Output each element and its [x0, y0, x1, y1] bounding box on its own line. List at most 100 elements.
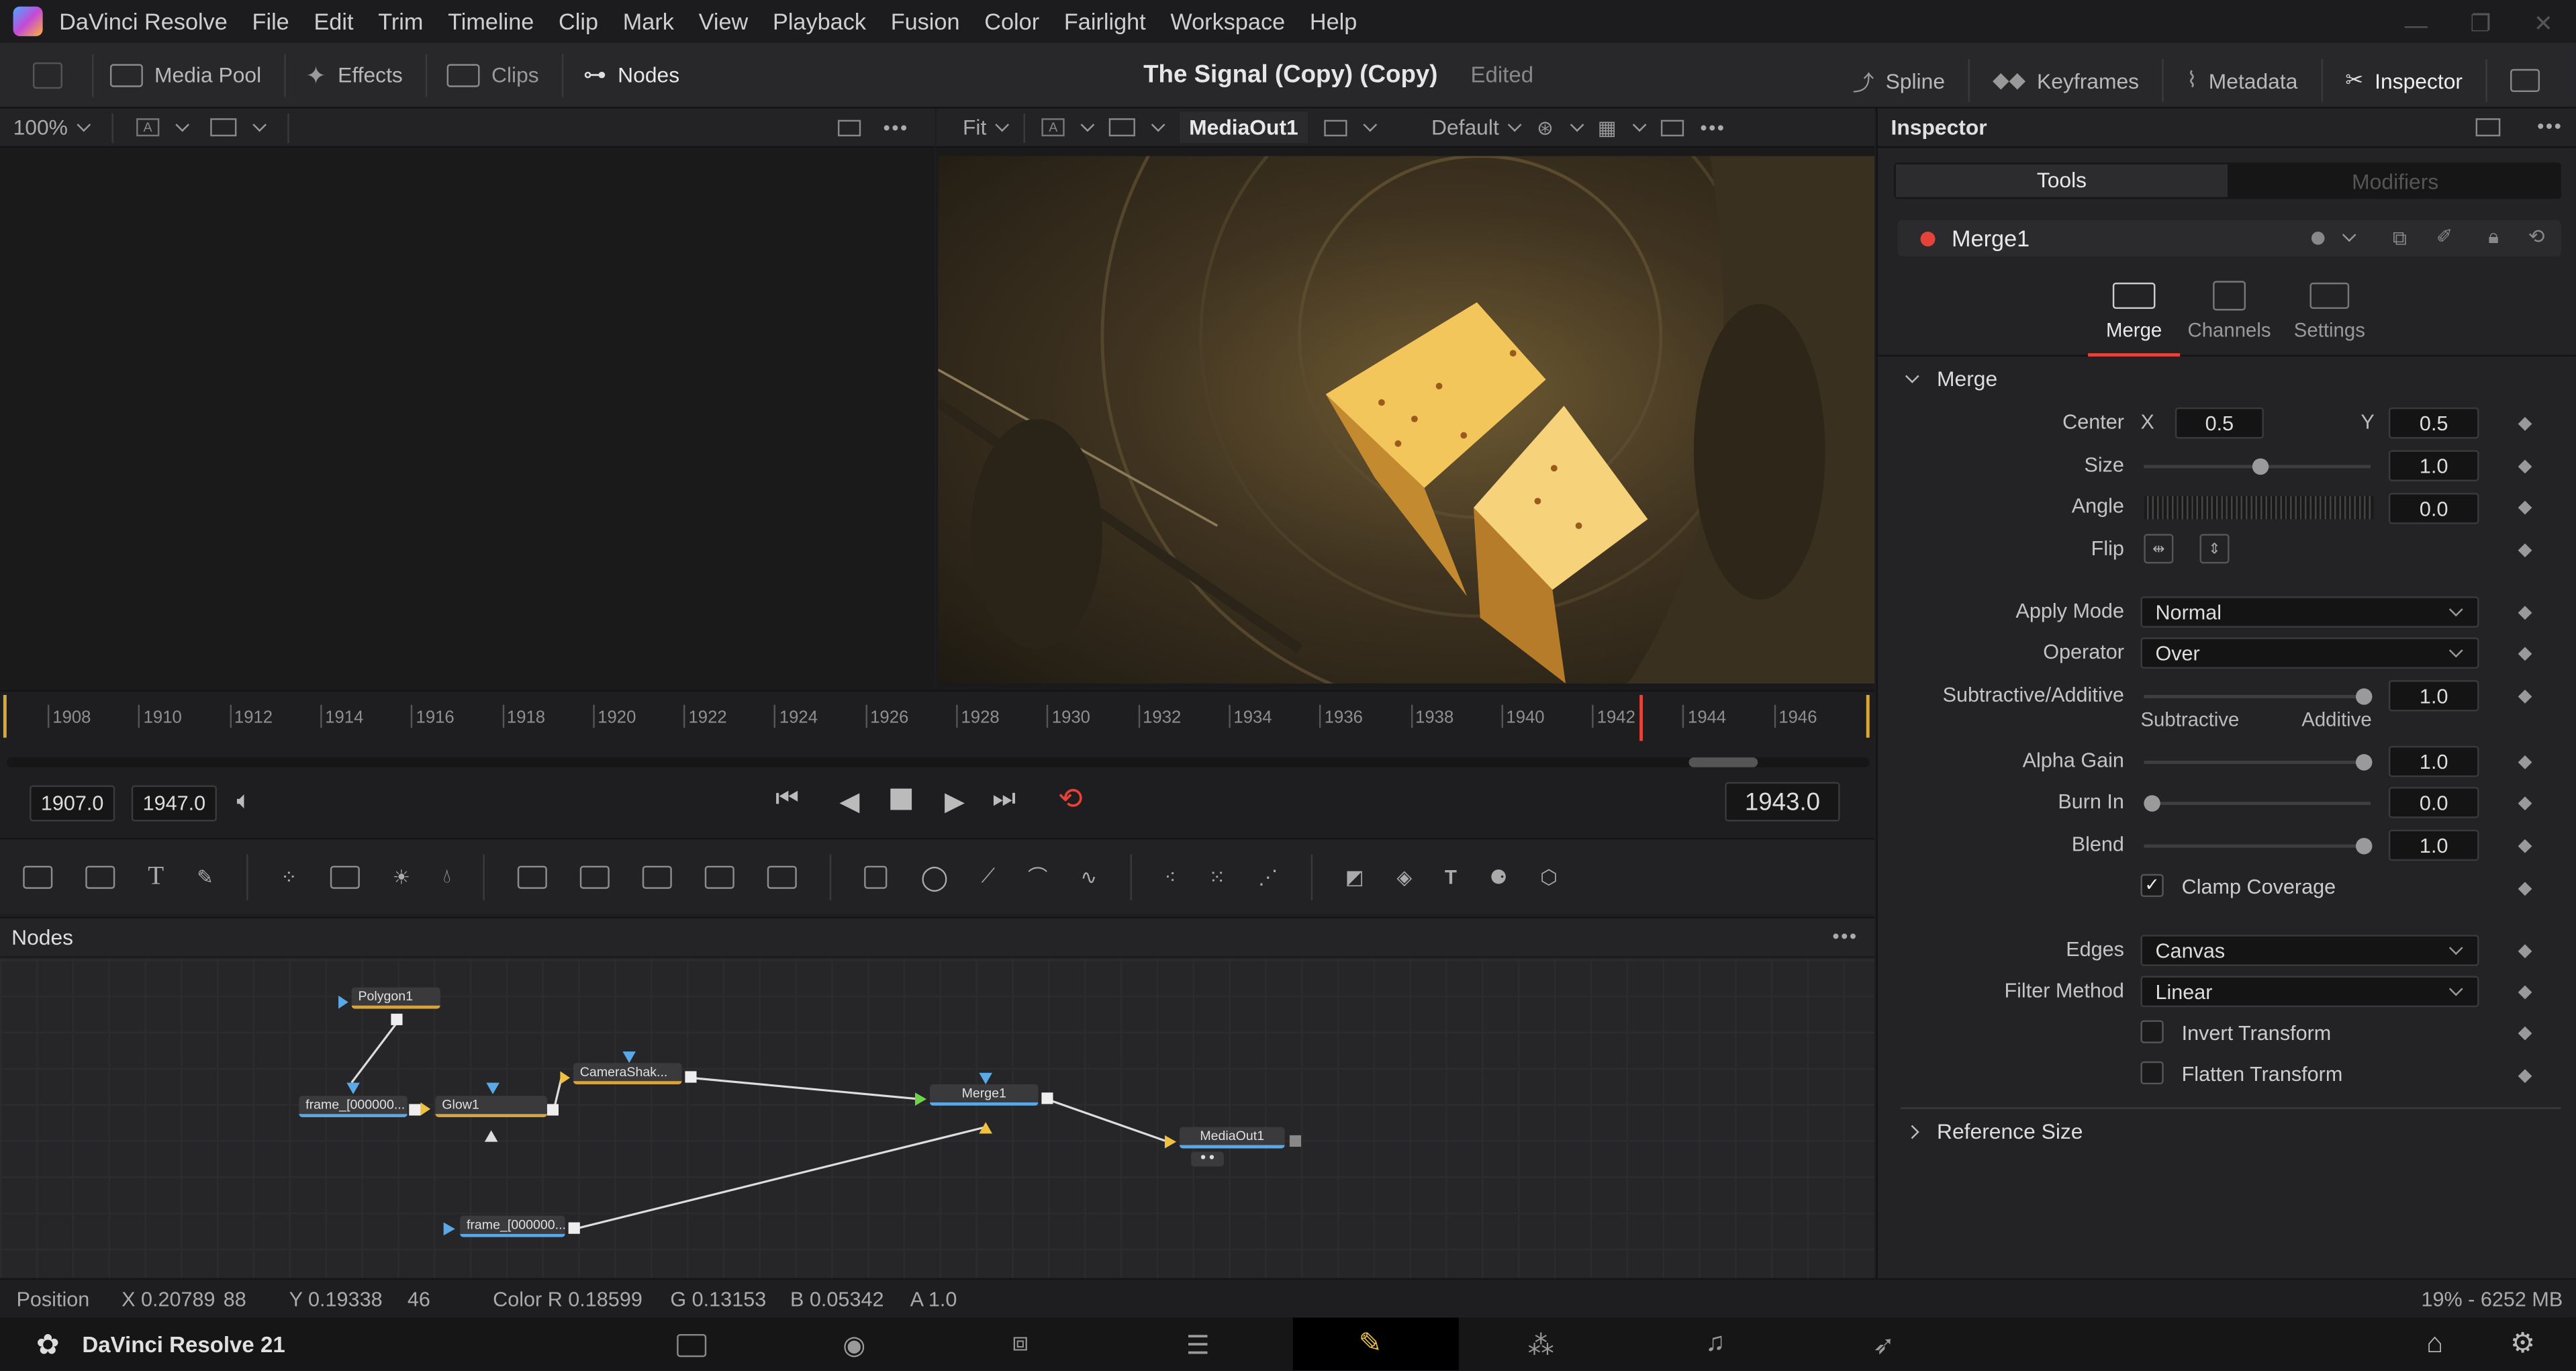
- burn-in-slider[interactable]: [2144, 795, 2371, 812]
- node-graph-canvas[interactable]: Polygon1 frame_[000000... Glow1 CameraSh…: [0, 959, 1875, 1280]
- clamp-coverage-keyframe-icon[interactable]: [2518, 882, 2532, 896]
- blend-slider[interactable]: [2144, 837, 2373, 855]
- pemitter-tool-icon[interactable]: ⁖: [1164, 865, 1176, 888]
- alpha-gain-slider[interactable]: [2144, 754, 2373, 771]
- viewer-b-dropdown[interactable]: [1071, 116, 1092, 139]
- blend-keyframe-icon[interactable]: [2518, 839, 2532, 853]
- menu-fusion[interactable]: Fusion: [891, 8, 960, 34]
- home-icon[interactable]: ⌂: [2426, 1327, 2443, 1360]
- menu-clip[interactable]: Clip: [559, 8, 598, 34]
- go-to-end-icon[interactable]: ⏭︎: [992, 786, 1016, 815]
- rendered-frame-image[interactable]: [938, 156, 1875, 683]
- subtab-merge[interactable]: Merge: [2088, 278, 2181, 357]
- tool-color-dot-icon[interactable]: [1920, 230, 1936, 246]
- nodes-button[interactable]: ⊶ Nodes: [583, 61, 679, 89]
- invert-transform-checkbox[interactable]: [2140, 1020, 2164, 1043]
- viewer-right-more-icon[interactable]: •••: [1700, 116, 1725, 139]
- center-keyframe-icon[interactable]: [2518, 416, 2532, 431]
- subtab-channels[interactable]: Channels: [2182, 278, 2277, 357]
- flatten-transform-checkbox[interactable]: [2140, 1061, 2164, 1085]
- merge-section-header[interactable]: Merge: [1905, 367, 1997, 391]
- pin-icon[interactable]: ✐: [2436, 225, 2453, 248]
- subtractive-additive-slider[interactable]: [2144, 688, 2373, 705]
- angle-field[interactable]: 0.0: [2388, 493, 2479, 524]
- menu-view[interactable]: View: [699, 8, 749, 34]
- menu-help[interactable]: Help: [1310, 8, 1357, 34]
- saver-tool-icon[interactable]: [580, 865, 611, 888]
- stop-icon[interactable]: [890, 788, 912, 810]
- loader-tool-icon[interactable]: [518, 865, 548, 888]
- size-field[interactable]: 1.0: [2388, 450, 2479, 481]
- audio-icon[interactable]: 🔈︎: [236, 787, 251, 815]
- lock-icon[interactable]: 🔒︎: [2488, 225, 2499, 250]
- roi-icon[interactable]: [1660, 119, 1684, 136]
- keyframes-button[interactable]: ◆◆ Keyframes: [1993, 67, 2139, 93]
- render-start-field[interactable]: 1907.0: [30, 785, 115, 822]
- alpha-gain-keyframe-icon[interactable]: [2518, 755, 2532, 769]
- play-reverse-icon[interactable]: ◀︎: [839, 786, 859, 818]
- channel-dropdown[interactable]: [1354, 116, 1376, 139]
- edges-dropdown[interactable]: Canvas: [2140, 935, 2479, 966]
- apply-mode-keyframe-icon[interactable]: [2518, 606, 2532, 620]
- operator-dropdown[interactable]: Over: [2140, 637, 2479, 669]
- menu-fairlight[interactable]: Fairlight: [1064, 8, 1146, 34]
- go-to-start-icon[interactable]: ⏮︎: [775, 786, 799, 815]
- render-end-field[interactable]: 1947.0: [131, 785, 218, 822]
- spline-button[interactable]: ⤴ Spline: [1853, 65, 1945, 96]
- subtractive-additive-knob[interactable]: [2355, 688, 2373, 705]
- media-page-icon[interactable]: [677, 1333, 707, 1358]
- render-end-marker[interactable]: [1866, 695, 1870, 738]
- alpha-gain-knob[interactable]: [2355, 754, 2373, 771]
- play-icon[interactable]: ▶︎: [945, 786, 965, 818]
- viewer-b-icon[interactable]: A: [1042, 118, 1065, 137]
- viewer-right-layout-icon[interactable]: [1108, 118, 1135, 137]
- playhead[interactable]: [1639, 695, 1642, 741]
- burn-in-keyframe-icon[interactable]: [2518, 796, 2532, 810]
- alpha-gain-field[interactable]: 1.0: [2388, 745, 2479, 777]
- timeline-scrollbar[interactable]: [6, 757, 1870, 767]
- operator-keyframe-icon[interactable]: [2518, 647, 2532, 661]
- effects-button[interactable]: ✦ Effects: [305, 60, 403, 90]
- ellipse-tool-icon[interactable]: ◯: [921, 861, 949, 892]
- menu-trim[interactable]: Trim: [378, 8, 423, 34]
- single-view-icon[interactable]: [837, 119, 861, 136]
- center-x-field[interactable]: 0.5: [2175, 407, 2264, 439]
- prender-tool-icon[interactable]: ⁙: [1208, 865, 1225, 888]
- fusion-page-tab[interactable]: ✎: [1292, 1317, 1459, 1370]
- camera3d-tool-icon[interactable]: ⚈: [1490, 865, 1507, 888]
- fairlight-page-icon[interactable]: ♫: [1705, 1329, 1725, 1359]
- filter-method-keyframe-icon[interactable]: [2518, 985, 2532, 1000]
- tab-modifiers[interactable]: Modifiers: [2230, 169, 2561, 193]
- tool-name[interactable]: Merge1: [1952, 225, 2030, 251]
- color-page-icon[interactable]: ⁂: [1528, 1329, 1554, 1362]
- flip-horizontal-icon[interactable]: ⇹: [2144, 534, 2174, 564]
- subtab-settings[interactable]: Settings: [2282, 278, 2377, 357]
- version-dropdown[interactable]: [2333, 227, 2354, 250]
- brightness-tool-icon[interactable]: ☀: [393, 865, 410, 888]
- size-keyframe-icon[interactable]: [2518, 459, 2532, 474]
- burn-in-knob[interactable]: [2144, 795, 2160, 812]
- blend-knob[interactable]: [2355, 837, 2373, 855]
- settings-gear-icon[interactable]: ⚙: [2510, 1327, 2535, 1360]
- shape3d-tool-icon[interactable]: ◩: [1345, 865, 1364, 888]
- time-ruler[interactable]: 1908 1910 1912 1914 1916 1918 1920 1922 1924 1926…: [0, 690, 1875, 753]
- menu-timeline[interactable]: Timeline: [448, 8, 534, 34]
- particles-tool-icon[interactable]: ⁘: [281, 865, 297, 888]
- media-pool-button[interactable]: Media Pool: [109, 62, 261, 87]
- deliver-page-icon[interactable]: ➶: [1873, 1329, 1895, 1362]
- cut-page-icon[interactable]: ◉: [843, 1329, 865, 1362]
- polygon-tool-icon[interactable]: ⟋: [982, 864, 996, 889]
- clamp-coverage-checkbox[interactable]: ✓: [2140, 873, 2164, 898]
- render-start-marker[interactable]: [3, 695, 7, 738]
- color-curves-tool-icon[interactable]: [330, 865, 360, 888]
- bspline-tool-icon[interactable]: ⌒: [1028, 863, 1047, 891]
- node-mediaout1[interactable]: MediaOut1: [1179, 1127, 1285, 1149]
- flip-vertical-icon[interactable]: ⇕: [2199, 534, 2230, 564]
- center-y-field[interactable]: 0.5: [2388, 407, 2479, 439]
- node-polygon1[interactable]: Polygon1: [351, 987, 440, 1009]
- channel-icon[interactable]: [1324, 119, 1348, 136]
- clips-button[interactable]: Clips: [446, 62, 539, 87]
- text3d-tool-icon[interactable]: T: [1445, 865, 1457, 888]
- viewer-a-dropdown[interactable]: [165, 116, 187, 139]
- rectangle-tool-icon[interactable]: [865, 865, 888, 888]
